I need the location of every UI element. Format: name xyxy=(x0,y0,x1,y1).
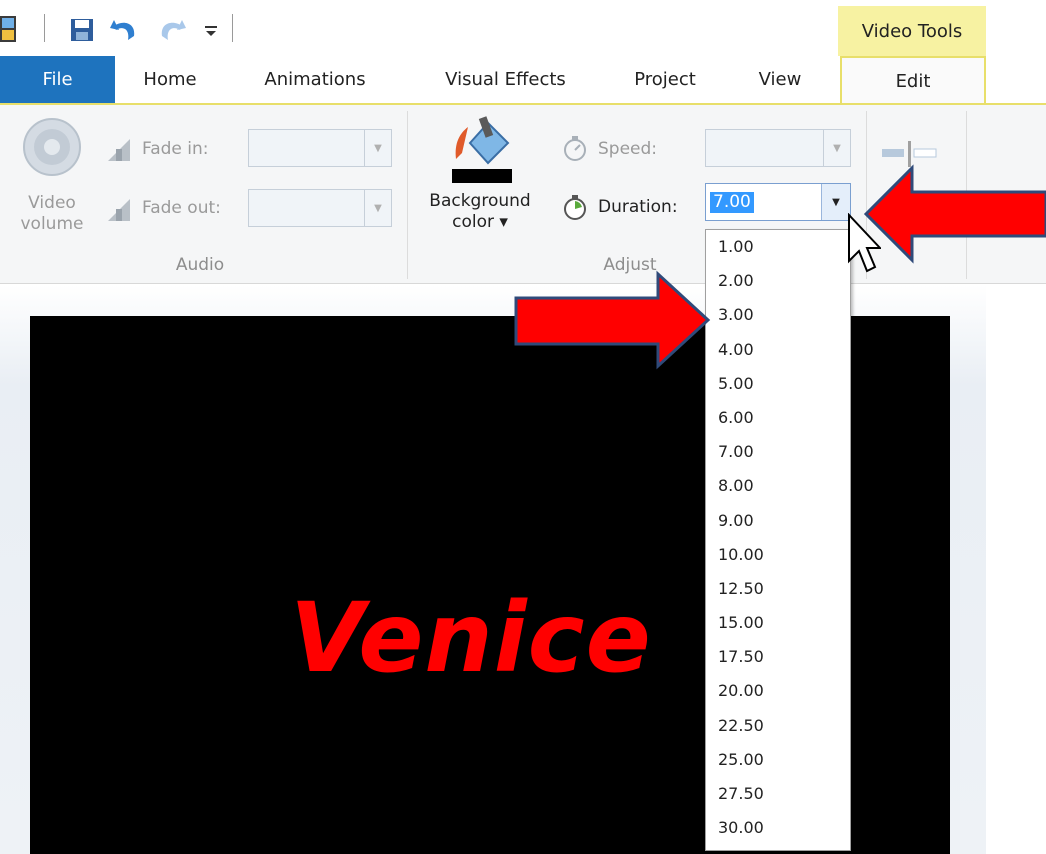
tab-file[interactable]: File xyxy=(0,56,115,103)
ribbon-tabs: File Home Animations Visual Effects Proj… xyxy=(0,56,1046,105)
customize-qat-icon[interactable] xyxy=(202,20,220,40)
background-color-button[interactable]: Background color ▾ xyxy=(412,191,548,233)
chevron-down-icon[interactable]: ▼ xyxy=(364,190,391,226)
duration-option[interactable]: 25.00 xyxy=(706,743,850,777)
background-color-label-line2: color ▾ xyxy=(452,212,508,232)
right-margin xyxy=(986,285,1046,854)
mouse-cursor-icon xyxy=(848,213,881,273)
save-icon[interactable] xyxy=(70,18,94,42)
speed-select[interactable]: ▼ xyxy=(705,129,851,167)
fade-in-icon xyxy=(108,139,130,161)
tab-view[interactable]: View xyxy=(740,56,820,103)
duration-option[interactable]: 3.00 xyxy=(706,298,850,332)
chevron-down-icon[interactable]: ▼ xyxy=(364,130,391,166)
tab-project[interactable]: Project xyxy=(615,56,715,103)
duration-stopwatch-icon xyxy=(564,195,586,220)
duration-option[interactable]: 17.50 xyxy=(706,640,850,674)
duration-dropdown-list: 1.00 2.00 3.00 4.00 5.00 6.00 7.00 8.00 … xyxy=(705,229,851,851)
duration-option[interactable]: 10.00 xyxy=(706,538,850,572)
duration-option[interactable]: 7.00 xyxy=(706,435,850,469)
duration-option[interactable]: 15.00 xyxy=(706,606,850,640)
duration-option[interactable]: 12.50 xyxy=(706,572,850,606)
redo-icon[interactable] xyxy=(158,16,188,42)
right-arrow-annotation-icon xyxy=(514,270,711,370)
fade-out-icon xyxy=(108,199,130,221)
audio-group-label: Audio xyxy=(175,255,225,275)
fade-in-label: Fade in: xyxy=(142,139,209,159)
duration-option[interactable]: 20.00 xyxy=(706,674,850,708)
background-color-label-line1: Background xyxy=(429,191,531,211)
duration-option[interactable]: 4.00 xyxy=(706,333,850,367)
video-tools-contextual-label: Video Tools xyxy=(838,6,986,56)
duration-option[interactable]: 9.00 xyxy=(706,504,850,538)
group-separator xyxy=(407,111,408,279)
chevron-down-icon[interactable]: ▼ xyxy=(823,130,850,166)
duration-value[interactable]: 7.00 xyxy=(710,192,754,213)
duration-option[interactable]: 6.00 xyxy=(706,401,850,435)
video-volume-label-line2: volume xyxy=(20,214,84,234)
speaker-icon[interactable] xyxy=(22,117,82,177)
speed-stopwatch-icon xyxy=(564,136,586,161)
duration-select[interactable]: 7.00 ▼ xyxy=(705,183,851,221)
fade-out-label: Fade out: xyxy=(142,198,221,218)
video-volume-label[interactable]: Video volume xyxy=(12,193,92,235)
speed-label: Speed: xyxy=(598,139,658,159)
duration-option[interactable]: 2.00 xyxy=(706,264,850,298)
qat-separator xyxy=(44,14,45,42)
duration-option[interactable]: 1.00 xyxy=(706,230,850,264)
fade-out-select[interactable]: ▼ xyxy=(248,189,392,227)
left-arrow-annotation-icon xyxy=(863,164,1046,264)
paint-bucket-icon[interactable] xyxy=(446,113,516,185)
video-volume-label-line1: Video xyxy=(28,193,76,213)
movie-app-icon[interactable] xyxy=(0,16,16,42)
tab-visual-effects[interactable]: Visual Effects xyxy=(418,56,593,103)
video-title-text: Venice xyxy=(290,582,652,694)
duration-option[interactable]: 8.00 xyxy=(706,469,850,503)
undo-icon[interactable] xyxy=(108,16,142,42)
tab-home[interactable]: Home xyxy=(125,56,215,103)
duration-option[interactable]: 5.00 xyxy=(706,367,850,401)
fade-in-select[interactable]: ▼ xyxy=(248,129,392,167)
quick-access-toolbar: Video Tools xyxy=(0,0,1046,56)
duration-label: Duration: xyxy=(598,197,678,217)
tab-edit[interactable]: Edit xyxy=(840,56,986,105)
duration-option[interactable]: 30.00 xyxy=(706,811,850,845)
tab-animations[interactable]: Animations xyxy=(245,56,385,103)
qat-separator xyxy=(232,14,233,42)
duration-option[interactable]: 22.50 xyxy=(706,709,850,743)
duration-option[interactable]: 27.50 xyxy=(706,777,850,811)
